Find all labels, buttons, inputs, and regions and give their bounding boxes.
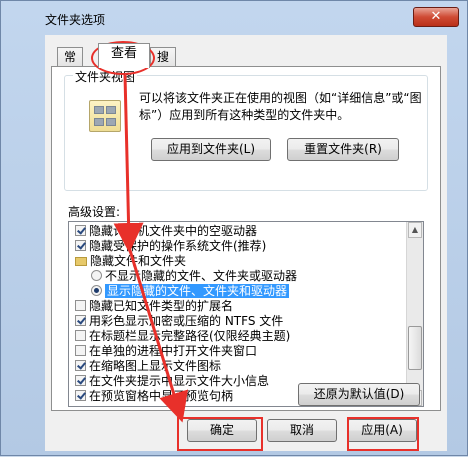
- tab-view[interactable]: 查看: [98, 43, 150, 68]
- folder-options-window: 文件夹选项 ✕ 常规 查看 搜索 文件夹视图 可以将该文件夹正在使用的视图（如“…: [0, 0, 468, 456]
- arrow-to-ok: [127, 246, 189, 423]
- arrow-to-show-hidden: [113, 74, 144, 253]
- annotation-arrows: [113, 74, 189, 423]
